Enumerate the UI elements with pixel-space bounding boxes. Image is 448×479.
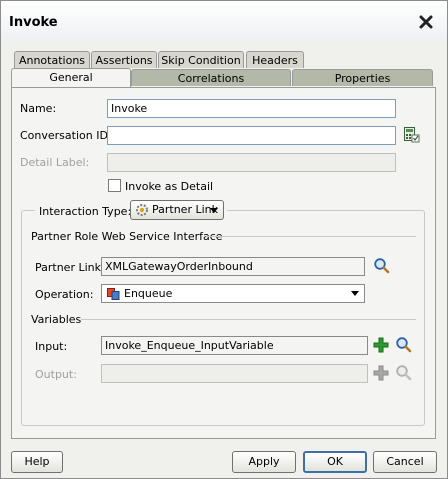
add-icon[interactable] — [373, 365, 389, 381]
tab-general-label: General — [49, 71, 93, 84]
help-button[interactable]: Help — [11, 451, 63, 473]
detail-label-field[interactable] — [107, 153, 396, 172]
tab-annotations-label: Annotations — [18, 54, 86, 67]
tab-properties[interactable]: Properties — [292, 69, 433, 86]
tab-skip-condition[interactable]: Skip Condition — [158, 51, 244, 68]
add-icon[interactable] — [373, 337, 389, 353]
search-icon[interactable] — [395, 364, 412, 381]
tab-assertions[interactable]: Assertions — [91, 51, 157, 68]
tab-correlations-label: Correlations — [177, 72, 245, 85]
tab-assertions-label: Assertions — [95, 54, 153, 67]
variables-divider — [81, 319, 416, 320]
operation-value: Enqueue — [124, 287, 173, 300]
conversation-id-field[interactable] — [107, 126, 396, 145]
name-label: Name: — [20, 102, 57, 115]
search-icon[interactable] — [395, 336, 412, 353]
interaction-type-label: Interaction Type: — [39, 205, 132, 218]
tab-headers[interactable]: Headers — [246, 51, 304, 68]
conversation-id-label: Conversation ID: — [20, 129, 112, 142]
chevron-down-icon — [351, 291, 359, 296]
input-label: Input: — [35, 340, 68, 353]
tab-annotations[interactable]: Annotations — [14, 51, 90, 68]
operation-label: Operation: — [35, 288, 94, 301]
tab-skip-condition-label: Skip Condition — [161, 54, 241, 67]
partner-link-label: Partner Link: — [35, 261, 105, 274]
interaction-type-dropdown[interactable]: Partner Link — [130, 200, 224, 220]
input-variable-field[interactable]: Invoke_Enqueue_InputVariable — [101, 336, 368, 355]
partner-role-section-title: Partner Role Web Service Interface — [31, 230, 223, 243]
tab-correlations[interactable]: Correlations — [131, 69, 291, 86]
interaction-type-value: Partner Link — [152, 203, 218, 216]
calculator-icon[interactable] — [403, 126, 420, 143]
invoke-as-detail-label: Invoke as Detail — [125, 180, 214, 193]
operation-select[interactable]: Enqueue — [101, 284, 365, 303]
close-icon[interactable] — [418, 14, 434, 30]
output-variable-field[interactable] — [101, 364, 368, 383]
tab-general[interactable]: General — [11, 68, 131, 87]
name-field[interactable]: Invoke — [107, 99, 396, 118]
operation-icon — [107, 288, 120, 300]
invoke-dialog: Invoke Annotations Assertions Skip Condi… — [0, 0, 448, 479]
invoke-as-detail-checkbox[interactable] — [108, 179, 121, 192]
tab-properties-label: Properties — [334, 72, 391, 85]
tab-headers-label: Headers — [252, 54, 298, 67]
section-divider — [206, 236, 416, 237]
detail-label-label: Detail Label: — [20, 156, 90, 169]
variables-section-title: Variables — [31, 313, 82, 326]
partner-link-field[interactable]: XMLGatewayOrderInbound — [101, 257, 365, 276]
search-icon[interactable] — [373, 257, 390, 274]
dialog-title: Invoke — [9, 15, 58, 30]
cancel-button[interactable]: Cancel — [373, 451, 437, 473]
apply-button[interactable]: Apply — [232, 451, 296, 473]
ok-button[interactable]: OK — [303, 451, 367, 473]
output-label: Output: — [35, 368, 77, 381]
partner-link-icon — [136, 204, 148, 216]
chevron-down-icon — [210, 208, 218, 213]
title-bar: Invoke — [1, 1, 447, 41]
